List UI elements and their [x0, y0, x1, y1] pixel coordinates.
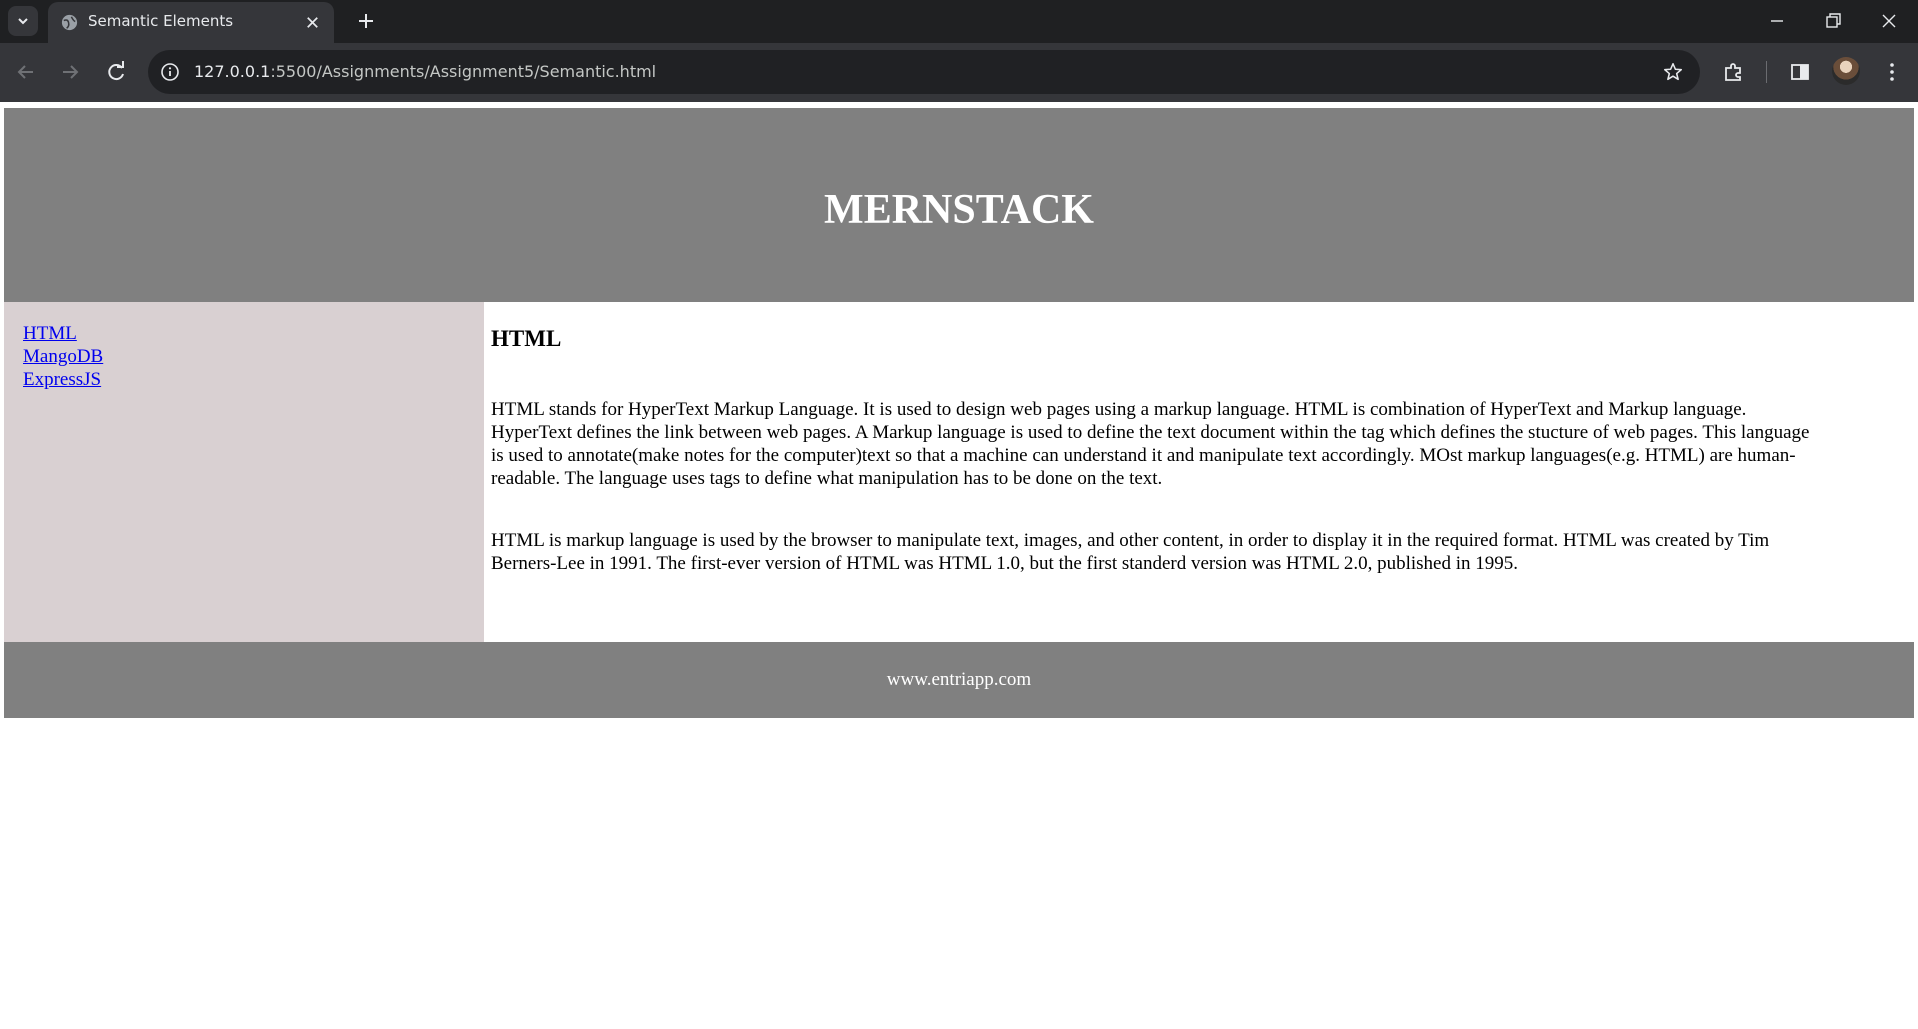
forward-arrow-icon[interactable] [56, 58, 84, 86]
side-panel-icon[interactable] [1786, 58, 1814, 86]
tab-search-button[interactable] [8, 6, 38, 36]
site-header: MERNSTACK [4, 108, 1914, 302]
tab-title: Semantic Elements [88, 12, 234, 30]
address-bar[interactable]: 127.0.0.1:5500/Assignments/Assignment5/S… [148, 50, 1700, 94]
minimize-window-icon[interactable] [1762, 6, 1792, 36]
url-path: :5500/Assignments/Assignment5/Semantic.h… [270, 62, 657, 81]
sidebar-nav: HTML MangoDB ExpressJS [4, 302, 484, 642]
profile-avatar[interactable] [1832, 57, 1860, 85]
extensions-puzzle-icon[interactable] [1720, 58, 1748, 86]
page-viewport: MERNSTACK HTML MangoDB ExpressJS HTML HT… [0, 102, 1918, 1029]
site-title: MERNSTACK [824, 187, 1094, 233]
browser-toolbar: 127.0.0.1:5500/Assignments/Assignment5/S… [0, 43, 1918, 102]
reload-icon[interactable] [102, 58, 130, 86]
footer-text: www.entriapp.com [886, 669, 1032, 690]
nav-link-expressjs[interactable]: ExpressJS [23, 368, 103, 391]
article-paragraph-2: HTML is markup language is used by the b… [491, 530, 1770, 574]
browser-tab-active[interactable]: Semantic Elements [48, 2, 334, 43]
more-menu-icon[interactable] [1878, 58, 1906, 86]
close-tab-icon[interactable] [303, 13, 322, 32]
main-article: HTML HTML stands for HyperText Markup La… [484, 302, 1914, 642]
site-info-icon[interactable] [160, 62, 180, 82]
bookmark-star-icon[interactable] [1662, 61, 1684, 83]
back-arrow-icon[interactable] [12, 58, 40, 86]
url-host: 127.0.0.1 [194, 62, 271, 81]
nav-link-html[interactable]: HTML [23, 322, 103, 345]
browser-tab-strip: Semantic Elements [0, 0, 1918, 43]
globe-icon [61, 14, 78, 31]
nav-link-mangodb[interactable]: MangoDB [23, 345, 103, 368]
restore-window-icon[interactable] [1818, 6, 1848, 36]
nav-link-list: HTML MangoDB ExpressJS [23, 322, 103, 391]
article-heading: HTML [491, 326, 562, 351]
new-tab-plus-icon[interactable] [352, 7, 380, 35]
site-footer: www.entriapp.com [4, 642, 1914, 718]
url-text: 127.0.0.1:5500/Assignments/Assignment5/S… [194, 62, 656, 81]
chevron-down-icon [18, 18, 28, 25]
toolbar-separator [1766, 61, 1767, 83]
article-paragraph-1: HTML stands for HyperText Markup Languag… [491, 399, 1810, 489]
close-window-icon[interactable] [1874, 6, 1904, 36]
